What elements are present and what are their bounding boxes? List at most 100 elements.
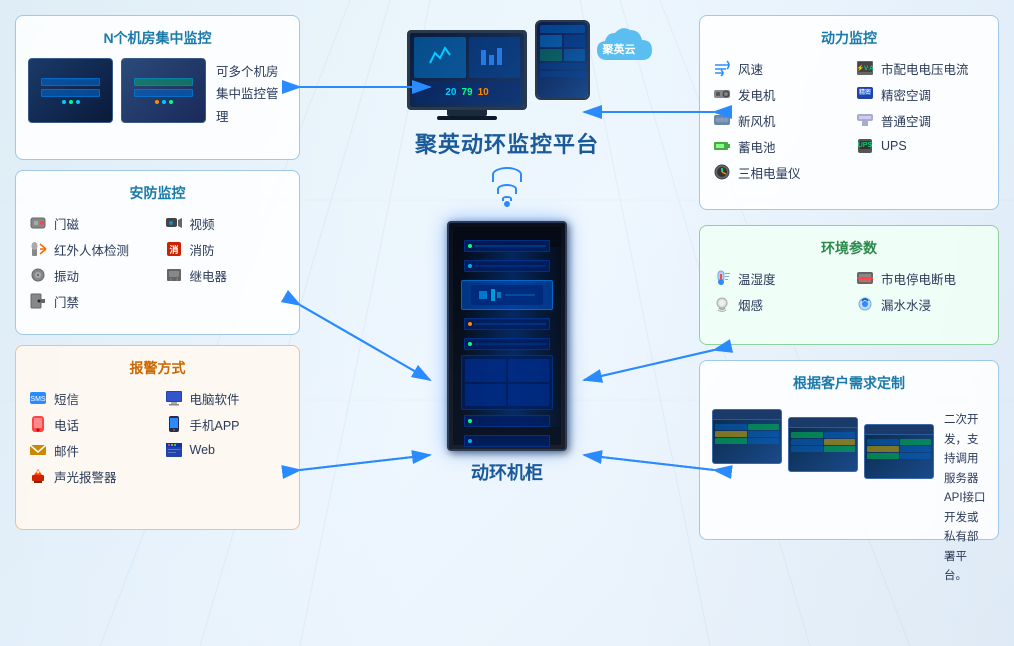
svg-text:SMS: SMS [30, 396, 46, 403]
cabinet-label: 动环机柜 [471, 459, 543, 485]
security-title: 安防监控 [28, 183, 287, 203]
alarm-title: 报警方式 [28, 358, 287, 378]
cabinet-slots [461, 237, 553, 450]
svg-text:UPS: UPS [858, 142, 873, 149]
video-icon [164, 213, 184, 233]
panel-custom: 根据客户需求定制 [699, 360, 999, 540]
temp-humidity-icon [712, 268, 732, 288]
top-area: 20 79 10 [347, 10, 667, 125]
alarm-item-phone: 电话 [28, 414, 152, 434]
env-item-water-leak: 漏水水浸 [855, 294, 986, 314]
relay-icon [164, 265, 184, 285]
siren-icon [28, 466, 48, 486]
wifi-arcs [492, 167, 522, 201]
wind-icon [712, 58, 732, 78]
alarm-item-siren: 声光报警器 [28, 466, 152, 486]
alarm-item-email: 邮件 [28, 440, 152, 460]
security-item-door-magnet: 门磁 [28, 213, 152, 233]
panel-monitoring: N个机房集中监控 [15, 15, 300, 160]
ups-icon: UPS [855, 136, 875, 156]
normal-ac-icon [855, 110, 875, 130]
power-item-fresh-air: 新风机 [712, 110, 843, 130]
sms-icon: SMS [28, 388, 48, 408]
wifi-dot [504, 201, 510, 207]
env-title: 环境参数 [712, 238, 986, 258]
voltage-icon: ⚡V A [855, 58, 875, 78]
svg-text:精密: 精密 [859, 88, 871, 96]
meter-icon [712, 162, 732, 182]
svg-text:⚡V A: ⚡V A [857, 64, 874, 72]
water-leak-icon [855, 294, 875, 314]
cabinet-slot-4 [464, 338, 550, 350]
cabinet-slot-6 [464, 435, 550, 447]
security-item-vibration: 振动 [28, 265, 152, 285]
power-item-wind: 风速 [712, 58, 843, 78]
monitoring-images [28, 58, 206, 123]
power-item-ups: UPS UPS [855, 136, 986, 156]
power-title: 动力监控 [712, 28, 986, 48]
power-item-generator: 发电机 [712, 84, 843, 104]
screenshot-1 [712, 409, 782, 464]
wifi-arc-large [492, 167, 522, 182]
security-item-relay: 继电器 [164, 265, 288, 285]
power-item-normal-ac: 普通空调 [855, 110, 986, 130]
panel-power: 动力监控 风速 ⚡V A 市配电电压电流 发电机 [699, 15, 999, 210]
svg-text:断电: 断电 [859, 276, 871, 284]
cabinet-container: 动环机柜 [447, 221, 567, 485]
cloud-area: 聚英云 [577, 15, 662, 85]
panel-env: 环境参数 温湿度 断电 市电停电断电 烟感 [699, 225, 999, 345]
power-item-meter: 三相电量仪 [712, 162, 843, 182]
cloud-svg: 聚英云 [577, 15, 662, 80]
app-icon [164, 414, 184, 434]
security-item-access: 门禁 [28, 291, 152, 311]
battery-icon [712, 136, 732, 156]
env-item-temp-humidity: 温湿度 [712, 268, 843, 288]
svg-text:消: 消 [169, 244, 178, 255]
panel-alarm: 报警方式 SMS 短信 电脑软件 电话 [15, 345, 300, 530]
env-items: 温湿度 断电 市电停电断电 烟感 漏水水浸 [712, 268, 986, 314]
alarm-items: SMS 短信 电脑软件 电话 手机APP [28, 388, 287, 486]
env-item-power-outage: 断电 市电停电断电 [855, 268, 986, 288]
generator-icon [712, 84, 732, 104]
screenshot-2 [788, 417, 858, 472]
phone-icon [28, 414, 48, 434]
platform-title: 聚英动环监控平台 [415, 127, 599, 159]
wifi-signal [492, 167, 522, 210]
security-items: 门磁 视频 红外人体检测 消 消防 [28, 213, 287, 311]
monitor-device: 20 79 10 [407, 30, 527, 120]
cabinet [447, 221, 567, 451]
cabinet-slot-3 [464, 318, 550, 330]
cabinet-inner [453, 227, 561, 445]
precision-ac-icon: 精密 [855, 84, 875, 104]
smoke-icon [712, 294, 732, 314]
power-item-voltage: ⚡V A 市配电电压电流 [855, 58, 986, 78]
monitoring-title: N个机房集中监控 [28, 28, 287, 48]
cabinet-display [461, 280, 553, 310]
access-icon [28, 291, 48, 311]
server-image-2 [121, 58, 206, 123]
fresh-air-icon [712, 110, 732, 130]
custom-description: 二次开发，支持调用服务器API接口开发或私有部署平台。 [944, 411, 986, 587]
monitoring-description: 可多个机房 集中监控管理 [216, 61, 287, 129]
svg-text:聚英云: 聚英云 [602, 42, 636, 56]
alarm-item-web: Web [164, 440, 288, 460]
power-outage-icon: 断电 [855, 268, 875, 288]
env-item-smoke: 烟感 [712, 294, 843, 314]
door-magnet-icon [28, 213, 48, 233]
pc-software-icon [164, 388, 184, 408]
cabinet-slot-1 [464, 240, 550, 252]
security-item-fire: 消 消防 [164, 239, 288, 259]
vibration-icon [28, 265, 48, 285]
alarm-item-pc-software: 电脑软件 [164, 388, 288, 408]
security-item-infrared: 红外人体检测 [28, 239, 152, 259]
infrared-icon [28, 239, 48, 259]
screenshots [712, 409, 934, 464]
power-item-precision-ac: 精密 精密空调 [855, 84, 986, 104]
web-icon [164, 440, 184, 460]
power-item-battery: 蓄电池 [712, 136, 843, 156]
cabinet-battery-area [461, 355, 553, 410]
cabinet-slot-5 [464, 415, 550, 427]
main-container: N个机房集中监控 [0, 0, 1014, 646]
cabinet-slot-2 [464, 260, 550, 272]
center-column: 20 79 10 [340, 0, 674, 646]
